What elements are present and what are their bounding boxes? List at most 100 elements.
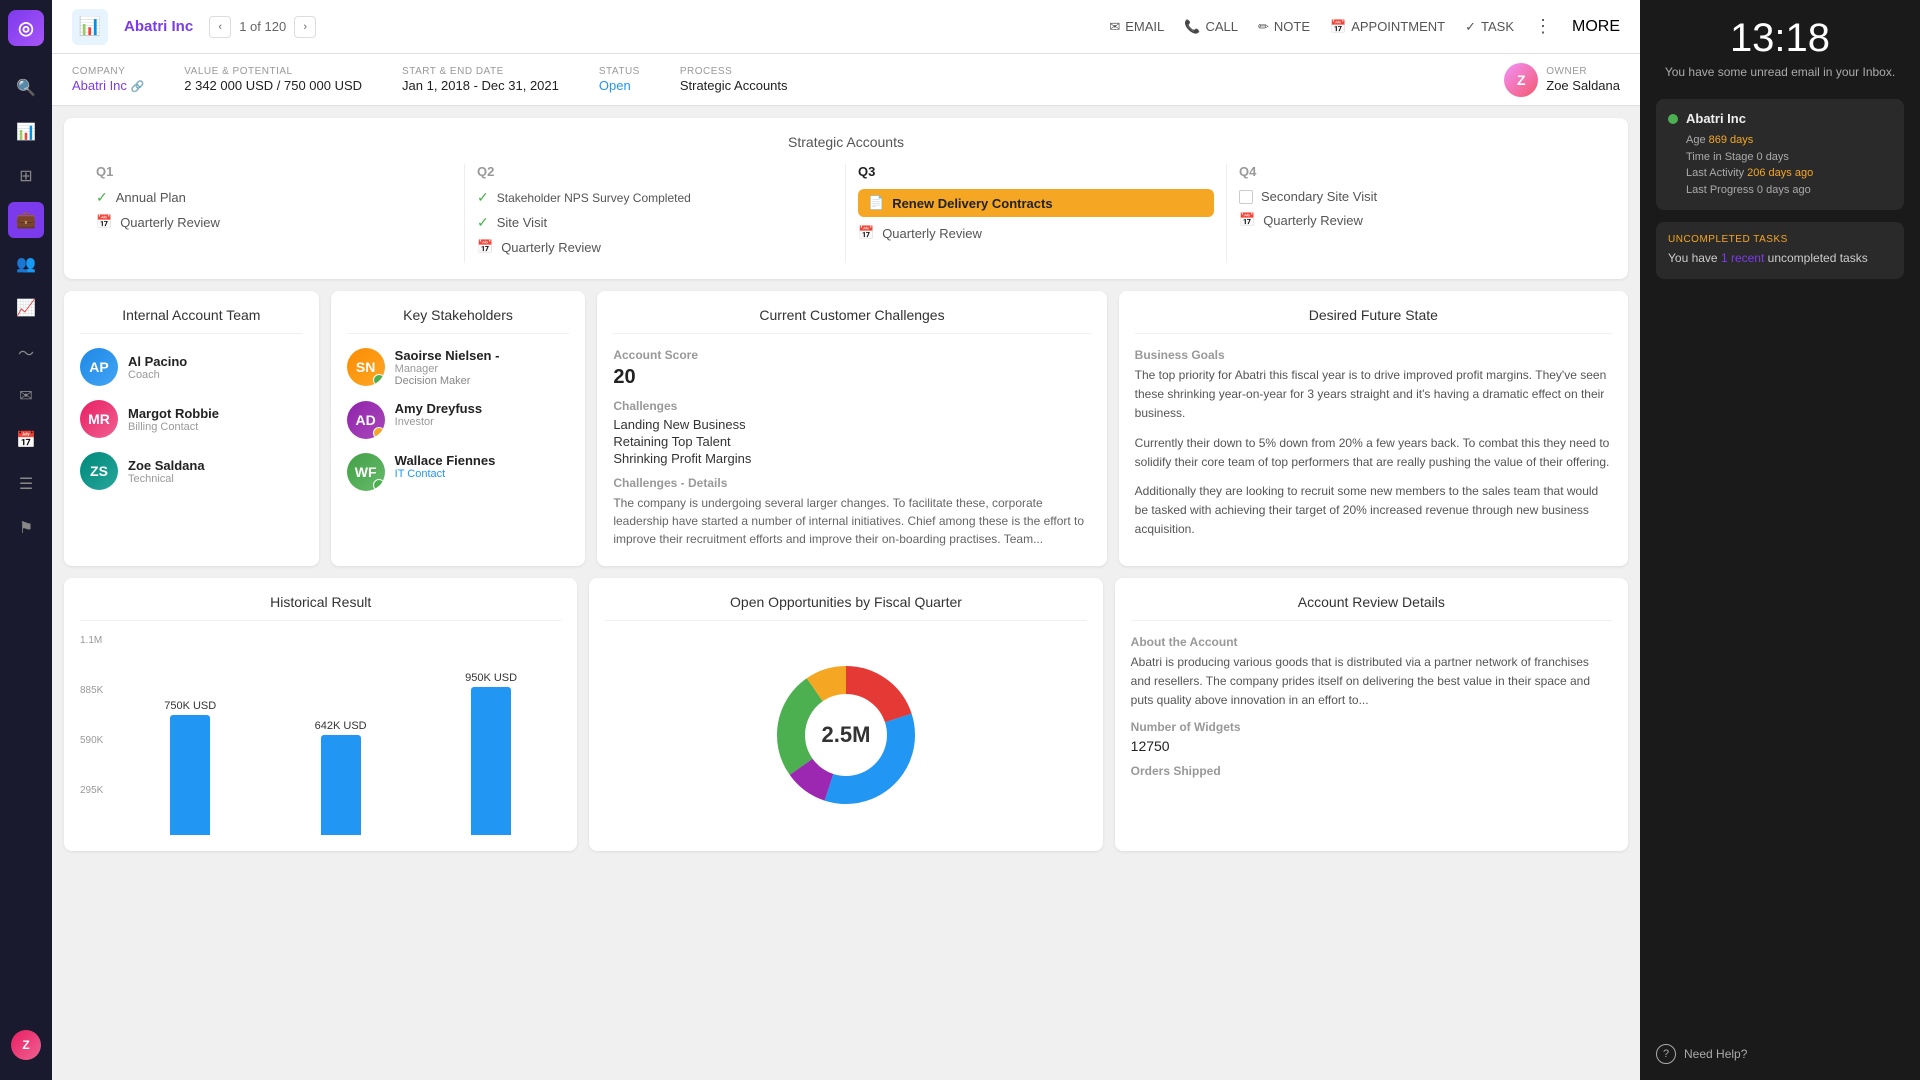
q2-item-2[interactable]: 📅 Quarterly Review [477,239,833,255]
company-link[interactable]: Abatri Inc 🔗 [72,78,144,93]
q4-label: Q4 [1239,164,1596,179]
sidebar-item-list[interactable]: ☰ [8,466,44,502]
notification-card: Abatri Inc Age 869 days Time in Stage 0 … [1656,99,1904,210]
check-icon: ✓ [96,189,108,206]
sidebar-item-grid[interactable]: ⊞ [8,158,44,194]
tasks-text: You have 1 recent uncompleted tasks [1668,249,1892,267]
sidebar-item-flag[interactable]: ⚑ [8,510,44,546]
stakeholder-1: AD Amy Dreyfuss Investor [347,401,570,439]
q4-item-0[interactable]: Secondary Site Visit [1239,189,1596,204]
sidebar-item-mail[interactable]: ✉ [8,378,44,414]
more-icon[interactable]: ⋮ [1534,16,1552,37]
task-action[interactable]: ✓ TASK [1465,19,1514,35]
online-indicator [1668,114,1678,124]
bar-group-1: 642K USD [270,720,410,835]
sidebar-item-calendar[interactable]: 📅 [8,422,44,458]
notif-detail-1: Time in Stage 0 days [1686,149,1892,166]
q4-item-1[interactable]: 📅 Quarterly Review [1239,212,1596,228]
tasks-card: UNCOMPLETED TASKS You have 1 recent unco… [1656,222,1904,279]
main-content: 📊 Abatri Inc ‹ 1 of 120 › ✉ EMAIL 📞 CALL… [52,0,1640,1080]
quarter-q3: Q3 📄 Renew Delivery Contracts 📅 Quarterl… [846,164,1227,263]
more-label[interactable]: MORE [1572,18,1620,36]
meta-status: STATUS Open [599,66,640,93]
q1-label: Q1 [96,164,452,179]
member-avatar-2: ZS [80,452,118,490]
team-member-0: AP Al Pacino Coach [80,348,303,386]
nav-arrows: ‹ 1 of 120 › [209,16,316,38]
member-avatar-0: AP [80,348,118,386]
sidebar-item-chart[interactable]: 📊 [8,114,44,150]
member-info-1: Margot Robbie Billing Contact [128,406,219,433]
sidebar: ◎ 🔍 📊 ⊞ 💼 👥 📈 〜 ✉ 📅 ☰ ⚑ Z [0,0,52,1080]
stakeholder-2: WF Wallace Fiennes IT Contact [347,453,570,491]
account-name[interactable]: Abatri Inc [124,18,193,35]
strategic-card: Strategic Accounts Q1 ✓ Annual Plan 📅 Qu… [64,118,1628,279]
owner-info: OWNER Zoe Saldana [1546,66,1620,93]
nav-prev[interactable]: ‹ [209,16,231,38]
calendar-icon: 📅 [858,225,874,241]
sidebar-item-people[interactable]: 👥 [8,246,44,282]
cards-row-2: Historical Result 1.1M 885K 590K 295K 75… [64,578,1628,851]
team-member-2: ZS Zoe Saldana Technical [80,452,303,490]
stakeholders-title: Key Stakeholders [347,307,570,334]
stakeholder-avatar-0: SN [347,348,385,386]
q3-item-0[interactable]: 📄 Renew Delivery Contracts [858,189,1214,217]
help-icon: ? [1656,1044,1676,1064]
member-avatar-1: MR [80,400,118,438]
q3-label: Q3 [858,164,1214,179]
q1-item-1[interactable]: 📅 Quarterly Review [96,214,452,230]
stakeholder-info-2: Wallace Fiennes IT Contact [395,453,496,480]
meta-value: VALUE & POTENTIAL 2 342 000 USD / 750 00… [184,66,362,93]
bar-chart: 1.1M 885K 590K 295K 750K USD 642K USD [80,635,561,835]
right-panel: 13:18 You have some unread email in your… [1640,0,1920,1080]
appointment-action[interactable]: 📅 APPOINTMENT [1330,19,1445,35]
donut-container: 2.5M [605,635,1086,835]
calendar-icon: 📅 [477,239,493,255]
notif-detail-2: Last Activity 206 days ago [1686,165,1892,182]
account-review-title: Account Review Details [1131,594,1612,621]
meta-company: COMPANY Abatri Inc 🔗 [72,66,144,93]
calendar-icon: 📅 [96,214,112,230]
owner-avatar: Z [1504,63,1538,97]
q2-item-1[interactable]: ✓ Site Visit [477,214,833,231]
quarters-grid: Q1 ✓ Annual Plan 📅 Quarterly Review Q2 ✓ [84,164,1608,263]
note-action[interactable]: ✏ NOTE [1258,19,1310,35]
sidebar-item-briefcase[interactable]: 💼 [8,202,44,238]
meta-bar: COMPANY Abatri Inc 🔗 VALUE & POTENTIAL 2… [52,54,1640,106]
meta-process: PROCESS Strategic Accounts [680,66,788,93]
meta-date: START & END DATE Jan 1, 2018 - Dec 31, 2… [402,66,559,93]
email-action[interactable]: ✉ EMAIL [1109,19,1164,35]
opportunities-title: Open Opportunities by Fiscal Quarter [605,594,1086,621]
stakeholder-0: SN Saoirse Nielsen - Manager Decision Ma… [347,348,570,387]
q1-item-0[interactable]: ✓ Annual Plan [96,189,452,206]
tasks-label: UNCOMPLETED TASKS [1668,234,1892,245]
stakeholder-avatar-2: WF [347,453,385,491]
app-logo[interactable]: ◎ [8,10,44,46]
notif-header: Abatri Inc [1668,111,1892,126]
q2-item-0[interactable]: ✓ Stakeholder NPS Survey Completed [477,189,833,206]
bar-1 [321,735,361,835]
check-icon: ✓ [477,214,489,231]
note-icon: ✏ [1258,19,1269,35]
notif-detail-3: Last Progress 0 days ago [1686,182,1892,199]
widgets-value: 12750 [1131,738,1612,754]
sidebar-item-search[interactable]: 🔍 [8,70,44,106]
sidebar-item-pulse[interactable]: 〜 [8,334,44,370]
need-help[interactable]: ? Need Help? [1656,1032,1904,1064]
member-info-2: Zoe Saldana Technical [128,458,205,485]
call-action[interactable]: 📞 CALL [1184,19,1238,35]
y-axis: 1.1M 885K 590K 295K [80,635,103,835]
historical-card: Historical Result 1.1M 885K 590K 295K 75… [64,578,577,851]
internal-team-card: Internal Account Team AP Al Pacino Coach… [64,291,319,566]
bar-0 [170,715,210,835]
chart-area: 1.1M 885K 590K 295K 750K USD 642K USD [80,635,561,835]
cards-row-1: Internal Account Team AP Al Pacino Coach… [64,291,1628,566]
q3-item-1[interactable]: 📅 Quarterly Review [858,225,1214,241]
quarter-q2: Q2 ✓ Stakeholder NPS Survey Completed ✓ … [465,164,846,263]
user-avatar[interactable]: Z [11,1030,41,1060]
sidebar-item-bar-chart[interactable]: 📈 [8,290,44,326]
nav-next[interactable]: › [294,16,316,38]
member-info-0: Al Pacino Coach [128,354,187,381]
owner-section: Z OWNER Zoe Saldana [1504,63,1620,97]
stakeholder-info-0: Saoirse Nielsen - Manager Decision Maker [395,348,500,387]
